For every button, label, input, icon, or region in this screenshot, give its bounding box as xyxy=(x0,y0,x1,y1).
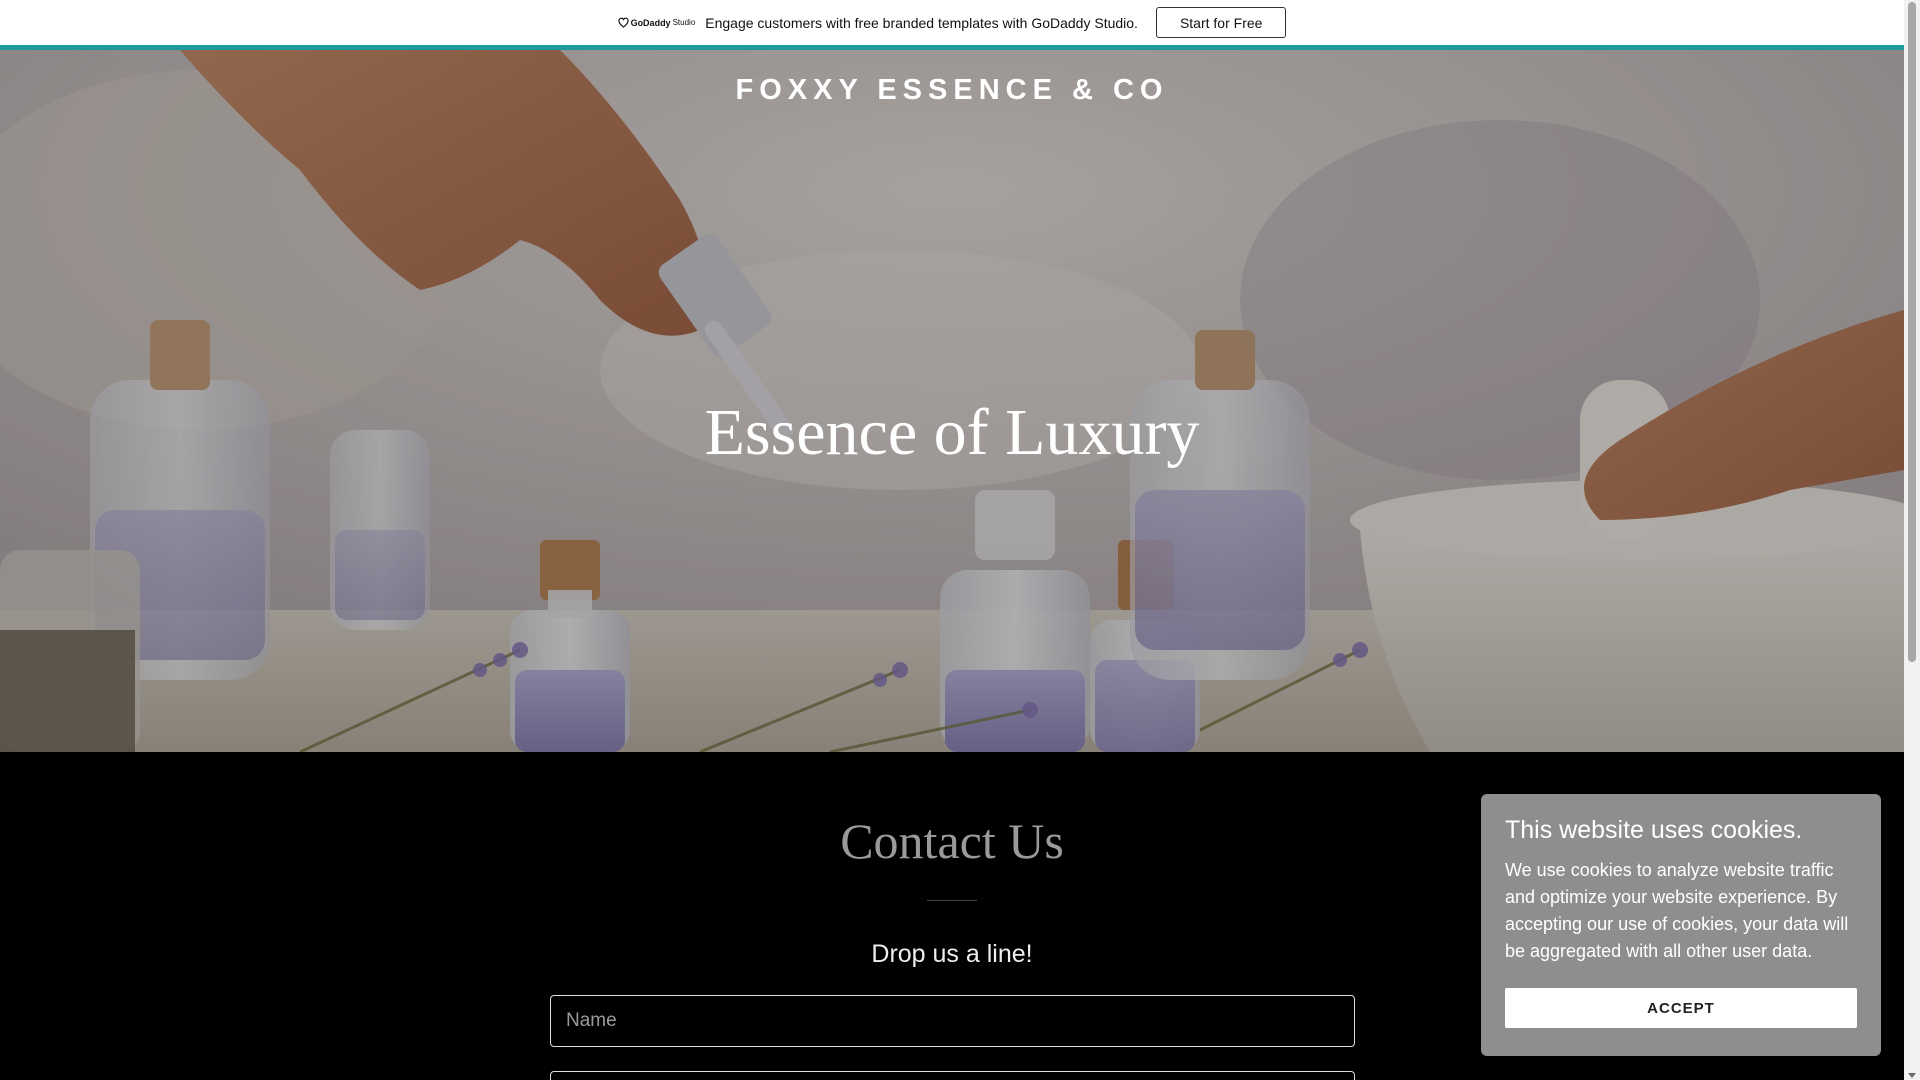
godaddy-studio-logo: GoDaddy Studio xyxy=(617,17,696,28)
page: GoDaddy Studio Engage customers with fre… xyxy=(0,0,1920,1080)
promo-logo-sub: Studio xyxy=(672,18,696,27)
accept-cookies-button[interactable]: ACCEPT xyxy=(1505,988,1857,1028)
chevron-down-icon[interactable] xyxy=(1908,1073,1916,1078)
name-input[interactable] xyxy=(550,995,1355,1047)
scrollbar[interactable] xyxy=(1904,0,1920,1080)
promo-message: Engage customers with free branded templ… xyxy=(705,14,1138,31)
hero-section: FOXXY ESSENCE & CO Essence of Luxury xyxy=(0,50,1904,752)
cookie-banner: This website uses cookies. We use cookie… xyxy=(1481,794,1881,1056)
cookie-title: This website uses cookies. xyxy=(1505,816,1803,844)
section-divider xyxy=(927,900,977,901)
email-input[interactable] xyxy=(550,1071,1355,1080)
hero-headline: Essence of Luxury xyxy=(704,396,1200,469)
cookie-body: We use cookies to analyze website traffi… xyxy=(1505,860,1849,961)
godaddy-heart-icon xyxy=(617,17,629,28)
promo-bar: GoDaddy Studio Engage customers with fre… xyxy=(0,0,1904,50)
site-brand-title[interactable]: FOXXY ESSENCE & CO xyxy=(0,74,1904,107)
promo-logo-text: GoDaddy xyxy=(630,17,671,28)
start-for-free-button[interactable]: Start for Free xyxy=(1155,7,1287,38)
scrollbar-thumb[interactable] xyxy=(1908,2,1916,662)
